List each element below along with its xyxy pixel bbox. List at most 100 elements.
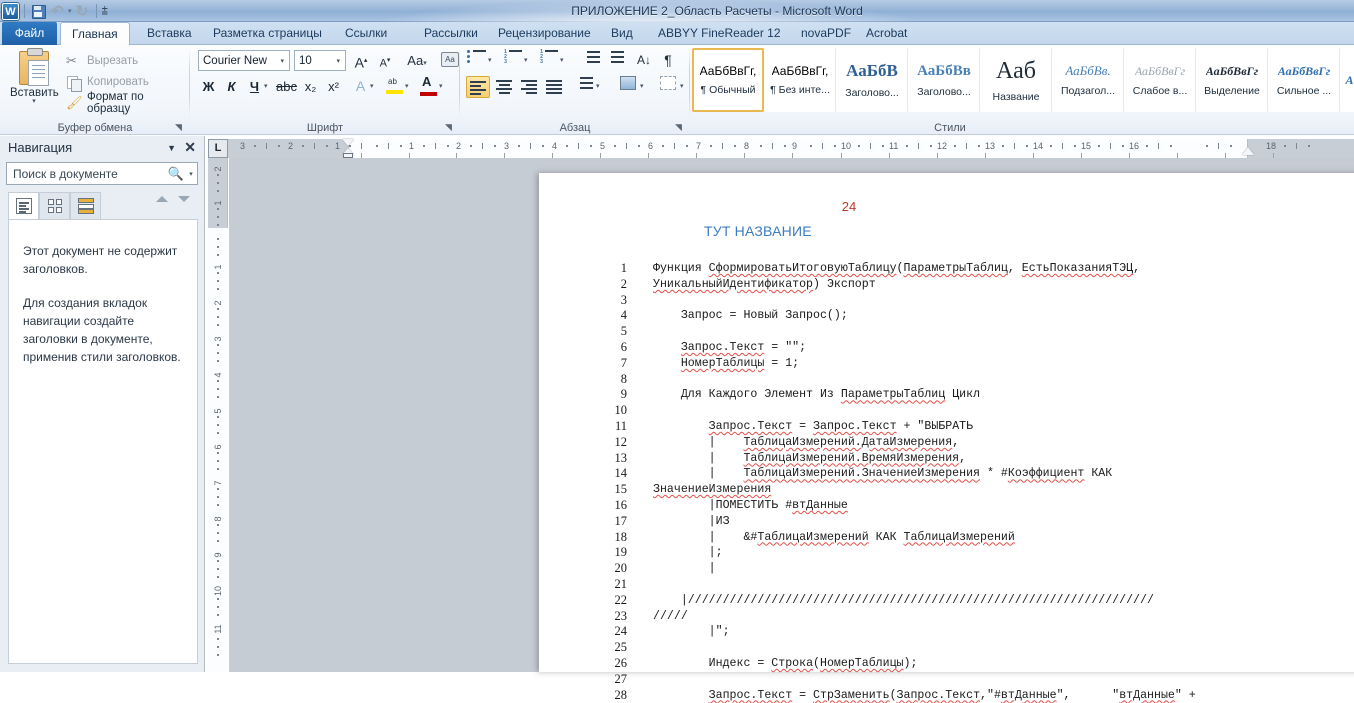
- multilevel-list-dropdown-icon[interactable]: ▾: [560, 50, 564, 71]
- copy-button[interactable]: Копировать: [66, 72, 149, 92]
- style-item-no-spacing[interactable]: АаБбВвГг, ¶ Без инте...: [764, 48, 836, 112]
- code-text[interactable]: Запрос.Текст = Запрос.Текст + "ВЫБРАТЬ: [653, 419, 973, 435]
- style-item-subtitle[interactable]: АаБбВв. Подзагол...: [1052, 48, 1124, 112]
- code-text[interactable]: |";: [653, 624, 730, 640]
- code-text[interactable]: Для Каждого Элемент Из ПараметрыТаблиц Ц…: [653, 387, 980, 403]
- shading-button[interactable]: [616, 76, 640, 97]
- highlight-dropdown-icon[interactable]: ▾: [405, 76, 409, 97]
- tab-acrobat[interactable]: Acrobat: [855, 22, 918, 45]
- superscript-button[interactable]: x²: [323, 76, 344, 97]
- next-result-icon[interactable]: [178, 196, 190, 202]
- document-heading[interactable]: ТУТ НАЗВАНИЕ: [704, 223, 812, 239]
- change-case-button[interactable]: Aa▾: [402, 50, 432, 71]
- style-item-weak[interactable]: АаБбВвГг Слабое в...: [1124, 48, 1196, 112]
- clipboard-dialog-launcher-icon[interactable]: ◥: [175, 122, 186, 133]
- code-text[interactable]: ЗначениеИзмерения: [653, 482, 771, 498]
- paste-button[interactable]: Вставить ▾: [10, 48, 59, 115]
- shading-dropdown-icon[interactable]: ▾: [640, 76, 644, 98]
- cut-button[interactable]: ✂ Вырезать: [66, 51, 138, 70]
- subscript-button[interactable]: x₂: [300, 76, 321, 97]
- style-item-more[interactable]: А: [1340, 48, 1354, 112]
- align-left-button[interactable]: [466, 76, 490, 98]
- align-right-button[interactable]: [517, 76, 541, 98]
- underline-button[interactable]: Ч: [244, 76, 265, 97]
- code-text[interactable]: |: [653, 561, 716, 577]
- justify-button[interactable]: [542, 76, 566, 98]
- previous-result-icon[interactable]: [156, 196, 168, 202]
- style-item-strong[interactable]: АаБбВвГг Сильное ...: [1268, 48, 1340, 112]
- code-text[interactable]: |ПОМЕСТИТЬ #втДанные: [653, 498, 848, 514]
- italic-button[interactable]: К: [221, 76, 242, 97]
- strikethrough-button[interactable]: abc: [276, 76, 297, 97]
- tab-insert[interactable]: Вставка: [136, 22, 203, 45]
- nav-tab-results[interactable]: [70, 192, 101, 219]
- numbered-list-dropdown-icon[interactable]: ▾: [524, 50, 528, 71]
- shrink-font-button[interactable]: A▾: [374, 50, 396, 71]
- nav-tab-headings[interactable]: [8, 192, 39, 219]
- document-page[interactable]: 24 ТУТ НАЗВАНИЕ 1 Функция СформироватьИто…: [539, 173, 1354, 702]
- vertical-ruler[interactable]: 2 1 1 2 3 4 5 6 7 8 9 10 11: [208, 158, 228, 672]
- code-text[interactable]: Функция СформироватьИтоговуюТаблицу(Пара…: [653, 261, 1140, 277]
- code-text[interactable]: | ТаблицаИзмерений.ВремяИзмерения,: [653, 451, 966, 467]
- code-text[interactable]: |;: [653, 545, 723, 561]
- style-item-heading1[interactable]: АаБбВ Заголово...: [836, 48, 908, 112]
- grow-font-button[interactable]: A▴: [350, 50, 372, 71]
- code-text[interactable]: | &#ТаблицаИзмерений КАК ТаблицаИзмерени…: [653, 530, 1015, 546]
- close-icon[interactable]: ✕: [184, 139, 196, 156]
- font-dialog-launcher-icon[interactable]: ◥: [445, 122, 456, 133]
- font-name-combo[interactable]: Courier New ▾: [198, 50, 290, 71]
- font-size-combo[interactable]: 10 ▾: [294, 50, 346, 71]
- code-text[interactable]: Индекс = Строка(НомерТаблицы);: [653, 656, 918, 672]
- tab-novapdf[interactable]: novaPDF: [790, 22, 862, 45]
- paste-dropdown-icon[interactable]: ▾: [10, 98, 58, 105]
- code-text[interactable]: | ТаблицаИзмерений.ЗначениеИзмерения * #…: [653, 466, 1113, 482]
- code-text[interactable]: НомерТаблицы = 1;: [653, 356, 799, 372]
- multilevel-list-button[interactable]: 123: [538, 50, 560, 71]
- text-effects-dropdown-icon[interactable]: ▾: [370, 76, 374, 97]
- borders-button[interactable]: [656, 76, 680, 97]
- style-item-emphasis[interactable]: АаБбВвГг Выделение: [1196, 48, 1268, 112]
- navigation-prev-next[interactable]: [156, 196, 190, 202]
- style-item-normal[interactable]: АаБбВвГг, ¶ Обычный: [692, 48, 764, 112]
- search-options-dropdown-icon[interactable]: ▾: [185, 170, 197, 178]
- right-indent-marker[interactable]: [1242, 147, 1254, 155]
- tab-home[interactable]: Главная: [60, 22, 130, 46]
- tab-page-layout[interactable]: Разметка страницы: [202, 22, 333, 45]
- tab-review[interactable]: Рецензирование: [487, 22, 602, 45]
- numbered-list-button[interactable]: 123: [502, 50, 524, 71]
- paragraph-dialog-launcher-icon[interactable]: ◥: [675, 122, 686, 133]
- decrease-indent-button[interactable]: [580, 50, 602, 71]
- search-input-text[interactable]: Поиск в документе: [7, 167, 167, 181]
- code-text[interactable]: Запрос.Текст = СтрЗаменить(Запрос.Текст,…: [653, 688, 1196, 703]
- tab-stop-selector-button[interactable]: L: [208, 139, 228, 158]
- nav-tab-pages[interactable]: [39, 192, 70, 219]
- code-text[interactable]: /////: [653, 609, 688, 625]
- bullet-list-button[interactable]: [466, 50, 488, 71]
- code-text[interactable]: Запрос.Текст = "";: [653, 340, 806, 356]
- format-painter-button[interactable]: 🖌 Формат по образцу: [66, 91, 190, 115]
- style-item-heading2[interactable]: АаБбВв Заголово...: [908, 48, 980, 112]
- search-icon[interactable]: 🔍: [167, 166, 185, 182]
- code-text[interactable]: |ИЗ: [653, 514, 730, 530]
- style-gallery[interactable]: АаБбВвГг, ¶ Обычный АаБбВвГг, ¶ Без инте…: [692, 48, 1354, 114]
- align-center-button[interactable]: [492, 76, 516, 98]
- code-text[interactable]: |///////////////////////////////////////…: [653, 593, 1154, 609]
- tab-view[interactable]: Вид: [600, 22, 644, 45]
- tab-references[interactable]: Ссылки: [334, 22, 398, 45]
- bold-button[interactable]: Ж: [198, 76, 219, 97]
- chevron-down-icon[interactable]: ▼: [167, 143, 176, 153]
- line-spacing-dropdown-icon[interactable]: ▾: [596, 76, 600, 98]
- horizontal-ruler[interactable]: 3 2 1 1 2 3 4 5 6 7 8 9 10 11 12 13 14 1…: [228, 139, 1354, 158]
- tab-mailings[interactable]: Рассылки: [413, 22, 489, 45]
- show-formatting-marks-button[interactable]: ¶: [658, 50, 678, 71]
- chevron-down-icon[interactable]: ▾: [333, 57, 343, 65]
- search-input[interactable]: Поиск в документе 🔍 ▾: [6, 162, 198, 185]
- style-item-title[interactable]: Ааб Название: [980, 48, 1052, 112]
- underline-dropdown-icon[interactable]: ▾: [264, 76, 268, 97]
- tab-file[interactable]: Файл: [2, 22, 57, 45]
- increase-indent-button[interactable]: [604, 50, 626, 71]
- font-color-dropdown-icon[interactable]: ▾: [439, 76, 443, 97]
- code-text[interactable]: УникальныйИдентификатор) Экспорт: [653, 277, 876, 293]
- chevron-down-icon[interactable]: ▾: [277, 57, 287, 65]
- code-text[interactable]: | ТаблицаИзмерений.ДатаИзмерения,: [653, 435, 960, 451]
